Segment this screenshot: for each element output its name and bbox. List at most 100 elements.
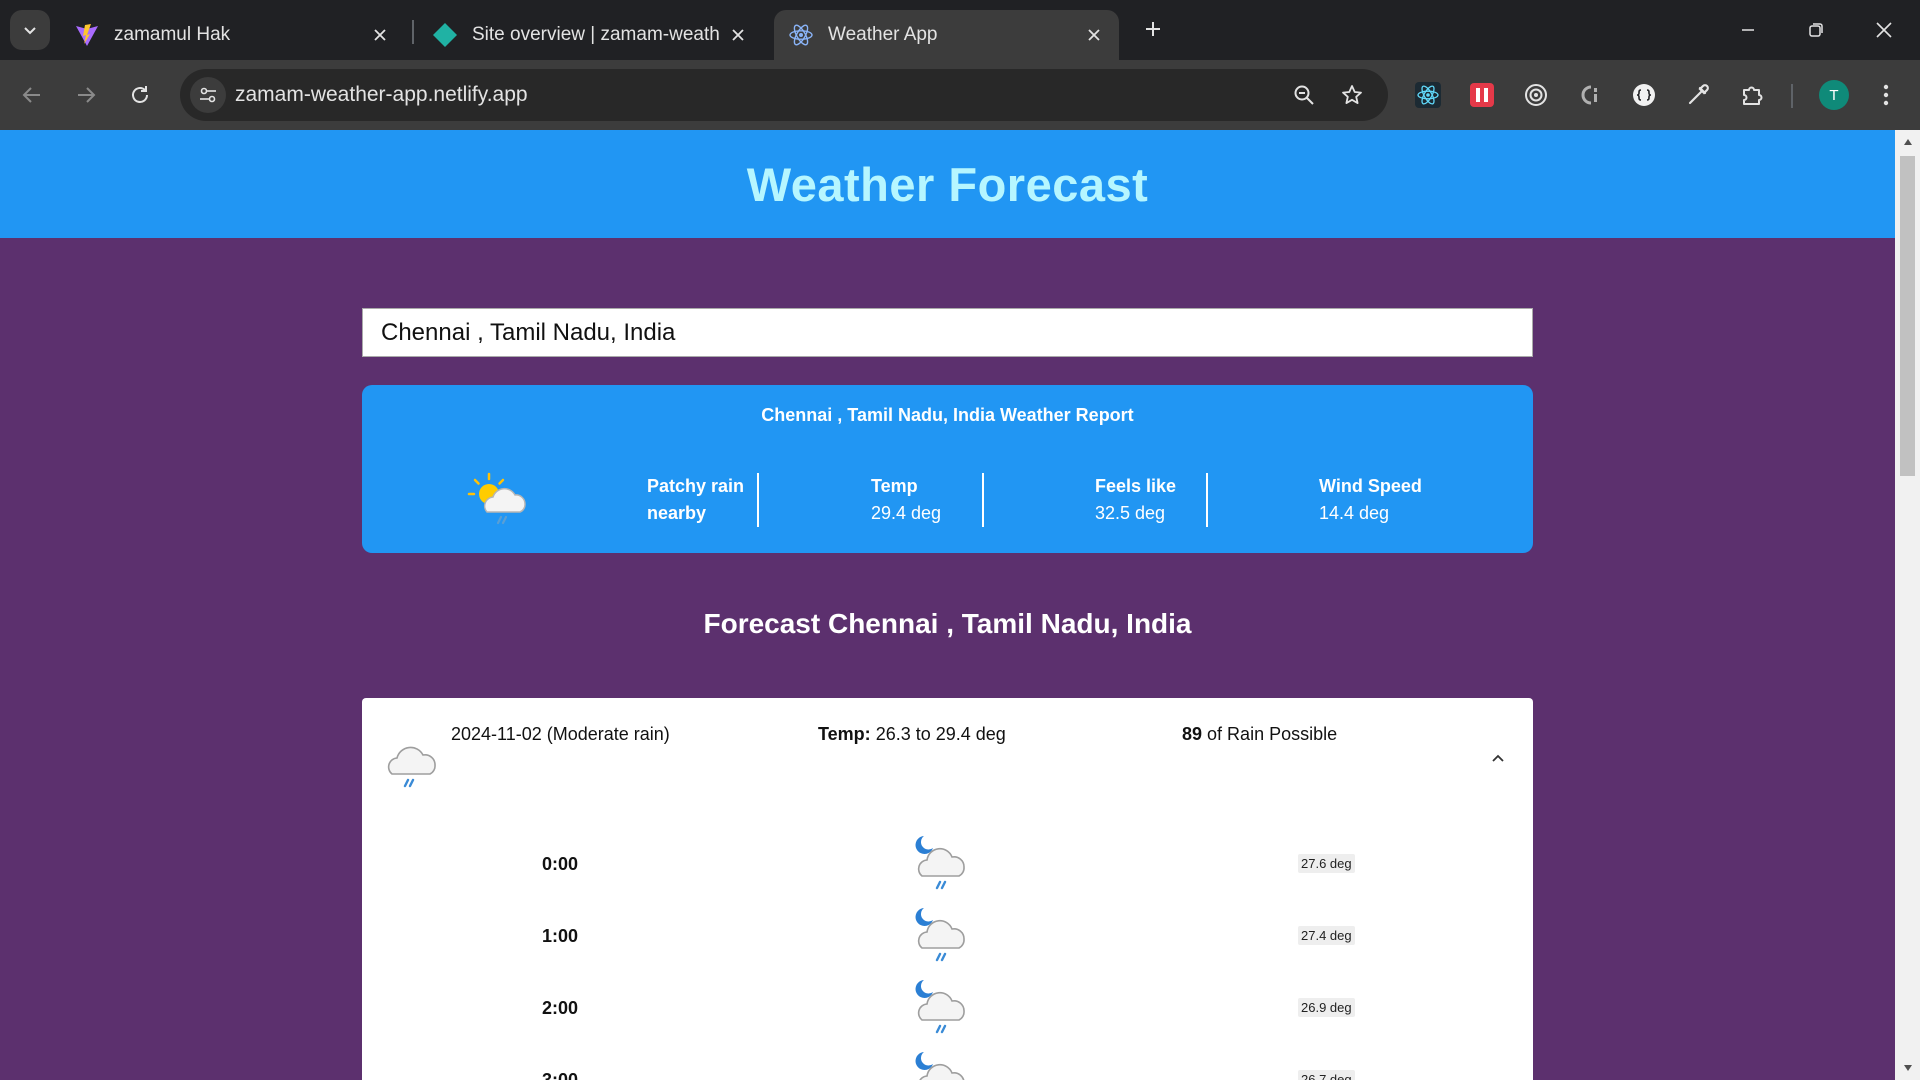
ci-icon bbox=[1581, 85, 1597, 105]
site-info-button[interactable] bbox=[190, 77, 226, 113]
tab-search-button[interactable] bbox=[10, 10, 50, 50]
close-window-button[interactable] bbox=[1864, 12, 1904, 48]
hour-time: 2:00 bbox=[542, 998, 579, 1018]
page-scrollbar[interactable] bbox=[1895, 130, 1920, 1080]
day-rain-chance: 89 of Rain Possible bbox=[1182, 724, 1337, 745]
react-icon bbox=[1415, 82, 1441, 108]
minimize-button[interactable] bbox=[1728, 12, 1768, 48]
target-icon bbox=[1525, 84, 1547, 106]
night-rain-icon bbox=[915, 908, 965, 962]
close-icon[interactable] bbox=[727, 24, 749, 46]
tab-title: Site overview | zamam-weather bbox=[472, 24, 719, 45]
eyedropper-icon bbox=[1688, 84, 1709, 105]
kebab-menu-icon bbox=[1883, 84, 1889, 106]
temp-column: Temp 29.4 deg bbox=[871, 473, 941, 527]
rain-chance-text: of Rain Possible bbox=[1207, 724, 1338, 744]
hour-time: 3:00 bbox=[542, 1070, 579, 1080]
pause-badge-icon bbox=[1470, 83, 1494, 107]
restore-button[interactable] bbox=[1796, 12, 1836, 48]
collapse-toggle[interactable] bbox=[1488, 748, 1508, 768]
scroll-up-arrow[interactable] bbox=[1895, 132, 1920, 152]
condition-column: Patchy rain nearby bbox=[647, 473, 744, 527]
browser-toolbar: zamam-weather-app.netlify.app T bbox=[0, 60, 1920, 130]
ci-extension[interactable] bbox=[1572, 77, 1608, 113]
arrow-right-icon bbox=[78, 87, 96, 103]
star-icon bbox=[1342, 85, 1362, 104]
address-bar[interactable]: zamam-weather-app.netlify.app bbox=[180, 69, 1388, 121]
tune-icon bbox=[200, 87, 216, 103]
plus-icon bbox=[1146, 22, 1160, 36]
arrow-left-icon bbox=[22, 87, 40, 103]
location-search-input[interactable] bbox=[362, 308, 1533, 357]
day-date-condition: 2024-11-02 (Moderate rain) bbox=[451, 724, 670, 744]
scroll-down-arrow[interactable] bbox=[1895, 1058, 1920, 1078]
condition-line1: Patchy rain bbox=[647, 476, 745, 496]
back-button[interactable] bbox=[14, 77, 50, 113]
condition-line2: nearby bbox=[647, 503, 707, 523]
hour-temp: 26.7 deg bbox=[1298, 1070, 1355, 1080]
temp-value: 29.4 deg bbox=[871, 503, 942, 523]
night-rain-icon bbox=[915, 980, 965, 1034]
column-divider bbox=[1206, 473, 1208, 527]
json-extension[interactable] bbox=[1626, 77, 1662, 113]
weather-report-card: Chennai , Tamil Nadu, India Weather Repo… bbox=[362, 385, 1533, 553]
app-header: Weather Forecast bbox=[0, 130, 1895, 238]
target-extension[interactable] bbox=[1518, 77, 1554, 113]
day-temp-label: Temp: bbox=[818, 724, 871, 744]
wind-speed-column: Wind Speed 14.4 deg bbox=[1319, 473, 1422, 527]
zoom-out-icon bbox=[1294, 85, 1314, 105]
hour-time: 1:00 bbox=[542, 926, 579, 946]
close-icon[interactable] bbox=[369, 24, 391, 46]
tab-weather-app[interactable]: Weather App bbox=[774, 10, 1119, 60]
toolbar-divider bbox=[1791, 84, 1793, 108]
hour-row: 3:00 26.7 deg bbox=[362, 1052, 1533, 1080]
braces-icon bbox=[1633, 84, 1655, 106]
color-picker-extension[interactable] bbox=[1680, 77, 1716, 113]
puzzle-icon bbox=[1743, 86, 1763, 105]
red-extension[interactable] bbox=[1464, 77, 1500, 113]
forecast-day-card[interactable]: 2024-11-02 (Moderate rain) Temp: 26.3 to… bbox=[362, 698, 1533, 1080]
zoom-button[interactable] bbox=[1288, 79, 1320, 111]
temp-label: Temp bbox=[871, 476, 918, 496]
bookmark-button[interactable] bbox=[1336, 79, 1368, 111]
forward-button[interactable] bbox=[68, 77, 104, 113]
new-tab-button[interactable] bbox=[1138, 14, 1168, 44]
night-rain-icon bbox=[915, 1052, 965, 1080]
report-title: Chennai , Tamil Nadu, India Weather Repo… bbox=[761, 405, 1134, 425]
hour-time: 0:00 bbox=[542, 854, 579, 874]
tab-title: zamamul Hak bbox=[114, 24, 231, 45]
wind-speed-label: Wind Speed bbox=[1319, 476, 1422, 496]
column-divider bbox=[982, 473, 984, 527]
browser-tab-strip: zamamul Hak Site overview | zamam-weathe… bbox=[0, 0, 1920, 60]
hour-temp: 27.4 deg bbox=[1298, 926, 1355, 945]
browser-menu-button[interactable] bbox=[1868, 77, 1904, 113]
reload-button[interactable] bbox=[122, 77, 158, 113]
feels-like-value: 32.5 deg bbox=[1095, 503, 1166, 523]
wind-speed-value: 14.4 deg bbox=[1319, 503, 1390, 523]
tab-zamamul-hak[interactable]: zamamul Hak bbox=[60, 10, 405, 60]
close-icon bbox=[1876, 22, 1892, 38]
page-viewport: Weather Forecast Chennai , Tamil Nadu, I… bbox=[0, 130, 1895, 1080]
day-temp: Temp: 26.3 to 29.4 deg bbox=[818, 724, 1006, 745]
close-icon[interactable] bbox=[1083, 24, 1105, 46]
column-divider bbox=[757, 473, 759, 527]
tab-title: Weather App bbox=[828, 24, 938, 45]
react-icon bbox=[788, 22, 814, 48]
feels-like-label: Feels like bbox=[1095, 476, 1177, 496]
rain-chance-value: 89 bbox=[1182, 724, 1203, 744]
extensions-button[interactable] bbox=[1734, 77, 1770, 113]
page-title: Weather Forecast bbox=[746, 157, 1149, 211]
url-text: zamam-weather-app.netlify.app bbox=[235, 83, 528, 106]
scrollbar-thumb[interactable] bbox=[1900, 156, 1915, 476]
tab-site-overview[interactable]: Site overview | zamam-weather bbox=[418, 10, 763, 60]
react-devtools-extension[interactable] bbox=[1410, 77, 1446, 113]
chevron-up-icon bbox=[1492, 754, 1504, 762]
triangle-up-icon bbox=[1903, 139, 1912, 145]
vite-icon bbox=[74, 22, 100, 48]
hour-temp: 26.9 deg bbox=[1298, 998, 1355, 1017]
forecast-title: Forecast Chennai , Tamil Nadu, India bbox=[703, 608, 1192, 639]
patchy-rain-sun-icon bbox=[467, 472, 526, 525]
profile-avatar[interactable]: T bbox=[1819, 80, 1849, 110]
minimize-icon bbox=[1742, 29, 1754, 31]
netlify-icon bbox=[432, 22, 458, 48]
